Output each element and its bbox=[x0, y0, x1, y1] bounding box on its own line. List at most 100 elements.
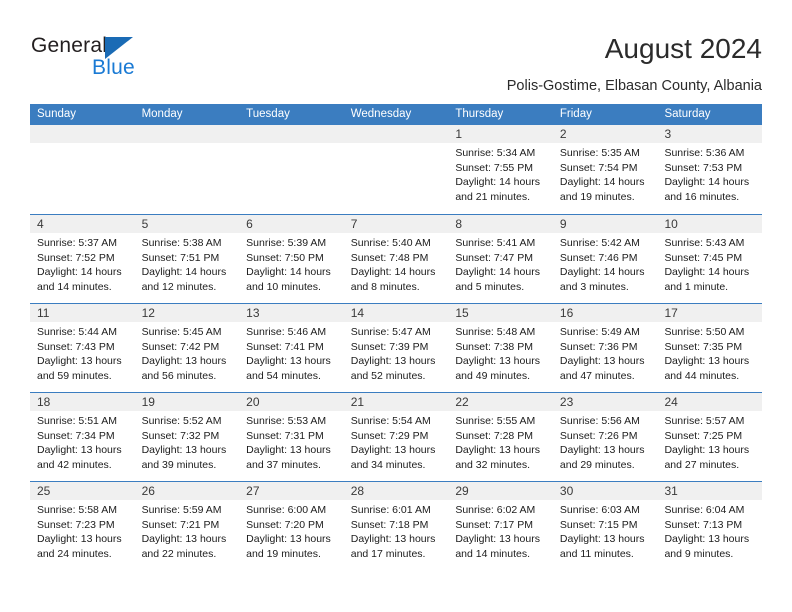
day-number: 22 bbox=[448, 393, 553, 411]
day-number: 6 bbox=[239, 215, 344, 233]
day-sun-info: Sunrise: 6:04 AM Sunset: 7:13 PM Daylight:… bbox=[657, 500, 762, 561]
sunset-text: Sunset: 7:34 PM bbox=[37, 429, 115, 442]
day-number: 13 bbox=[239, 304, 344, 322]
day-cell[interactable]: 31 Sunrise: 6:04 AM Sunset: 7:13 PM Dayligh… bbox=[657, 482, 763, 570]
daylight-text-line2: and 59 minutes. bbox=[37, 369, 112, 382]
day-sun-info: Sunrise: 5:37 AM Sunset: 7:52 PM Daylight:… bbox=[30, 233, 135, 294]
day-cell[interactable]: 15 Sunrise: 5:48 AM Sunset: 7:38 PM Dayligh… bbox=[448, 304, 553, 392]
daylight-text-line1: Daylight: 13 hours bbox=[455, 533, 540, 546]
day-cell[interactable]: 25 Sunrise: 5:58 AM Sunset: 7:23 PM Dayligh… bbox=[30, 482, 135, 570]
day-sun-info: Sunrise: 6:02 AM Sunset: 7:17 PM Daylight:… bbox=[448, 500, 553, 561]
day-cell[interactable]: 21 Sunrise: 5:54 AM Sunset: 7:29 PM Dayligh… bbox=[343, 393, 449, 481]
daylight-text-line1: Daylight: 13 hours bbox=[246, 355, 331, 368]
day-cell[interactable]: 26 Sunrise: 5:59 AM Sunset: 7:21 PM Dayligh… bbox=[134, 482, 240, 570]
calendar-week-row: 18 Sunrise: 5:51 AM Sunset: 7:34 PM Dayligh… bbox=[30, 392, 763, 481]
day-cell[interactable]: 30 Sunrise: 6:03 AM Sunset: 7:15 PM Dayligh… bbox=[552, 482, 658, 570]
daylight-text-line1: Daylight: 13 hours bbox=[350, 533, 436, 546]
sunset-text: Sunset: 7:55 PM bbox=[455, 161, 533, 174]
weekday-header-saturday: Saturday bbox=[664, 108, 711, 120]
day-cell[interactable]: 7 Sunrise: 5:40 AM Sunset: 7:48 PM Daylight… bbox=[343, 215, 449, 303]
sunrise-text: Sunrise: 5:43 AM bbox=[664, 237, 745, 249]
sunset-text: Sunset: 7:41 PM bbox=[246, 340, 324, 353]
day-sun-info: Sunrise: 5:43 AM Sunset: 7:45 PM Daylight:… bbox=[657, 233, 762, 294]
daylight-text-line1: Daylight: 13 hours bbox=[664, 355, 750, 368]
day-number: 15 bbox=[448, 304, 553, 322]
daylight-text-line2: and 19 minutes. bbox=[559, 190, 635, 203]
general-blue-logo[interactable]: General Blue bbox=[31, 34, 211, 82]
weekday-header-wednesday: Wednesday bbox=[350, 108, 412, 120]
day-cell[interactable]: 17 Sunrise: 5:50 AM Sunset: 7:35 PM Dayligh… bbox=[657, 304, 763, 392]
calendar-page: General Blue August 2024 Polis-Gostime, … bbox=[0, 0, 792, 612]
sunrise-text: Sunrise: 5:39 AM bbox=[246, 237, 327, 249]
sunset-text: Sunset: 7:26 PM bbox=[559, 429, 638, 442]
day-cell[interactable]: 27 Sunrise: 6:00 AM Sunset: 7:20 PM Dayligh… bbox=[239, 482, 344, 570]
calendar-week-row: 11 Sunrise: 5:44 AM Sunset: 7:43 PM Dayligh… bbox=[30, 303, 763, 392]
day-number: 25 bbox=[30, 482, 135, 500]
day-cell-empty bbox=[30, 125, 135, 214]
sunrise-text: Sunrise: 5:53 AM bbox=[246, 415, 327, 427]
sunrise-text: Sunrise: 5:35 AM bbox=[559, 147, 640, 159]
daylight-text-line1: Daylight: 13 hours bbox=[246, 533, 331, 546]
day-cell[interactable]: 1 Sunrise: 5:34 AM Sunset: 7:55 PM Daylight… bbox=[448, 125, 553, 214]
daylight-text-line1: Daylight: 13 hours bbox=[37, 444, 122, 457]
day-cell[interactable]: 9 Sunrise: 5:42 AM Sunset: 7:46 PM Daylight… bbox=[552, 215, 658, 303]
day-cell[interactable]: 8 Sunrise: 5:41 AM Sunset: 7:47 PM Daylight… bbox=[448, 215, 553, 303]
day-cell[interactable]: 20 Sunrise: 5:53 AM Sunset: 7:31 PM Dayligh… bbox=[239, 393, 344, 481]
location-subtitle: Polis-Gostime, Elbasan County, Albania bbox=[506, 78, 762, 94]
daylight-text-line1: Daylight: 13 hours bbox=[559, 355, 645, 368]
daylight-text-line2: and 29 minutes. bbox=[559, 458, 635, 471]
day-cell[interactable]: 22 Sunrise: 5:55 AM Sunset: 7:28 PM Dayligh… bbox=[448, 393, 553, 481]
day-number: 24 bbox=[657, 393, 763, 411]
day-cell[interactable]: 6 Sunrise: 5:39 AM Sunset: 7:50 PM Daylight… bbox=[239, 215, 344, 303]
day-cell[interactable]: 18 Sunrise: 5:51 AM Sunset: 7:34 PM Dayligh… bbox=[30, 393, 135, 481]
daylight-text-line2: and 44 minutes. bbox=[664, 369, 740, 382]
daylight-text-line1: Daylight: 13 hours bbox=[559, 444, 645, 457]
sunrise-text: Sunrise: 5:54 AM bbox=[350, 415, 431, 427]
sunrise-text: Sunrise: 5:47 AM bbox=[350, 326, 431, 338]
day-sun-info: Sunrise: 5:48 AM Sunset: 7:38 PM Daylight:… bbox=[448, 322, 553, 383]
day-cell[interactable]: 3 Sunrise: 5:36 AM Sunset: 7:53 PM Daylight… bbox=[657, 125, 763, 214]
sunrise-text: Sunrise: 5:42 AM bbox=[559, 237, 640, 249]
day-number: 7 bbox=[343, 215, 449, 233]
day-cell[interactable]: 23 Sunrise: 5:56 AM Sunset: 7:26 PM Dayligh… bbox=[552, 393, 658, 481]
day-cell[interactable]: 2 Sunrise: 5:35 AM Sunset: 7:54 PM Daylight… bbox=[552, 125, 658, 214]
daylight-text-line2: and 37 minutes. bbox=[246, 458, 321, 471]
day-sun-info: Sunrise: 5:57 AM Sunset: 7:25 PM Daylight:… bbox=[657, 411, 762, 472]
sunrise-text: Sunrise: 6:04 AM bbox=[664, 504, 745, 516]
calendar-grid: Sunday Monday Tuesday Wednesday Thursday Frid… bbox=[30, 104, 763, 570]
day-cell[interactable]: 13 Sunrise: 5:46 AM Sunset: 7:41 PM Dayligh… bbox=[239, 304, 344, 392]
day-cell-empty bbox=[134, 125, 240, 214]
day-cell[interactable]: 16 Sunrise: 5:49 AM Sunset: 7:36 PM Dayligh… bbox=[552, 304, 658, 392]
calendar-week-row: 25 Sunrise: 5:58 AM Sunset: 7:23 PM Dayligh… bbox=[30, 481, 763, 570]
daylight-text-line1: Daylight: 13 hours bbox=[141, 533, 227, 546]
page-header: General Blue August 2024 Polis-Gostime, … bbox=[0, 0, 792, 100]
day-number: 16 bbox=[552, 304, 658, 322]
daylight-text-line1: Daylight: 14 hours bbox=[246, 266, 331, 279]
sunrise-text: Sunrise: 5:44 AM bbox=[37, 326, 117, 338]
daylight-text-line2: and 14 minutes. bbox=[455, 547, 531, 560]
sunrise-text: Sunrise: 5:38 AM bbox=[141, 237, 222, 249]
day-cell[interactable]: 10 Sunrise: 5:43 AM Sunset: 7:45 PM Dayligh… bbox=[657, 215, 763, 303]
day-cell[interactable]: 28 Sunrise: 6:01 AM Sunset: 7:18 PM Dayligh… bbox=[343, 482, 449, 570]
day-cell[interactable]: 5 Sunrise: 5:38 AM Sunset: 7:51 PM Daylight… bbox=[134, 215, 240, 303]
day-cell[interactable]: 12 Sunrise: 5:45 AM Sunset: 7:42 PM Dayligh… bbox=[134, 304, 240, 392]
sunrise-text: Sunrise: 5:50 AM bbox=[664, 326, 745, 338]
day-cell[interactable]: 19 Sunrise: 5:52 AM Sunset: 7:32 PM Dayligh… bbox=[134, 393, 240, 481]
sunrise-text: Sunrise: 6:02 AM bbox=[455, 504, 536, 516]
daylight-text-line1: Daylight: 13 hours bbox=[664, 533, 750, 546]
day-cell[interactable]: 14 Sunrise: 5:47 AM Sunset: 7:39 PM Dayligh… bbox=[343, 304, 449, 392]
day-cell[interactable]: 24 Sunrise: 5:57 AM Sunset: 7:25 PM Dayligh… bbox=[657, 393, 763, 481]
day-cell[interactable]: 11 Sunrise: 5:44 AM Sunset: 7:43 PM Dayligh… bbox=[30, 304, 135, 392]
sunset-text: Sunset: 7:51 PM bbox=[141, 251, 220, 264]
daylight-text-line1: Daylight: 14 hours bbox=[559, 176, 645, 189]
day-cell[interactable]: 4 Sunrise: 5:37 AM Sunset: 7:52 PM Daylight… bbox=[30, 215, 135, 303]
day-sun-info: Sunrise: 5:53 AM Sunset: 7:31 PM Daylight:… bbox=[239, 411, 344, 472]
weekday-header-monday: Monday bbox=[141, 108, 183, 120]
day-number: 21 bbox=[343, 393, 449, 411]
day-sun-info: Sunrise: 5:46 AM Sunset: 7:41 PM Daylight:… bbox=[239, 322, 344, 383]
daylight-text-line1: Daylight: 13 hours bbox=[455, 355, 540, 368]
day-number: 2 bbox=[552, 125, 658, 143]
day-cell[interactable]: 29 Sunrise: 6:02 AM Sunset: 7:17 PM Dayligh… bbox=[448, 482, 553, 570]
daylight-text-line1: Daylight: 13 hours bbox=[37, 355, 122, 368]
sunset-text: Sunset: 7:52 PM bbox=[37, 251, 115, 264]
